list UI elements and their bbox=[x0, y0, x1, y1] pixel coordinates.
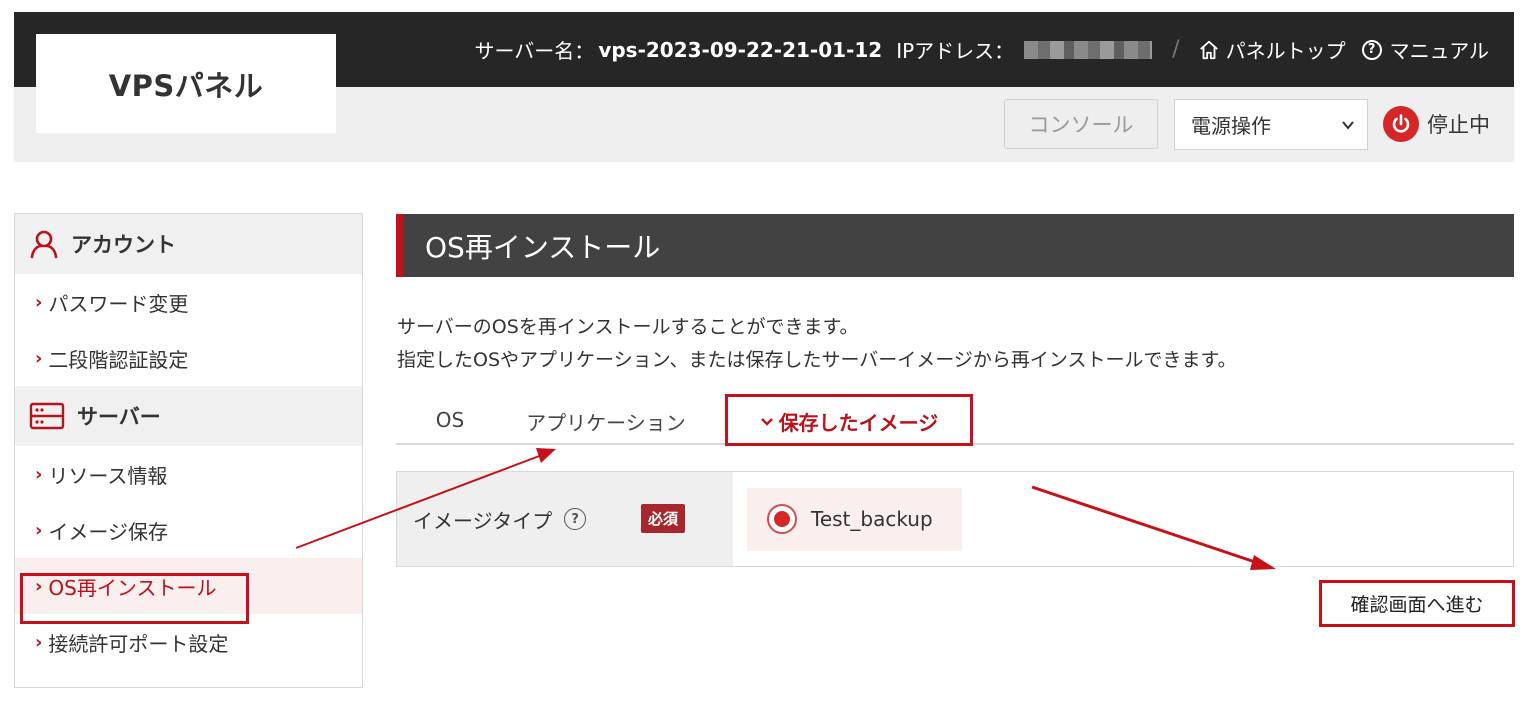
page-description: サーバーのOSを再インストールすることができます。 指定したOSやアプリケーショ… bbox=[397, 311, 1237, 377]
console-button[interactable]: コンソール bbox=[1004, 99, 1158, 149]
sidebar-item-label: 接続許可ポート設定 bbox=[48, 631, 229, 656]
chevron-right-icon: › bbox=[35, 631, 43, 653]
annotation-arrowhead-tab bbox=[536, 448, 556, 463]
server-heading-label: サーバー bbox=[77, 405, 161, 429]
sidebar-heading-server: サーバー bbox=[15, 386, 362, 446]
sidebar-item-label: イメージ保存 bbox=[48, 519, 169, 544]
tab-label: OS bbox=[435, 407, 465, 432]
user-icon bbox=[30, 230, 58, 259]
manual-link[interactable]: ? マニュアル bbox=[1361, 35, 1489, 64]
sidebar-item-label: 二段階認証設定 bbox=[48, 347, 189, 372]
server-info: サーバー名： vps-2023-09-22-21-01-12 IPアドレス： /… bbox=[475, 12, 1490, 87]
panel-top-link[interactable]: パネルトップ bbox=[1198, 35, 1346, 64]
chevron-down-icon bbox=[1342, 120, 1354, 130]
server-icon bbox=[29, 402, 65, 430]
ip-address-redacted bbox=[1024, 40, 1153, 59]
account-heading-label: アカウント bbox=[71, 233, 176, 257]
ip-label: IPアドレス： bbox=[896, 39, 1015, 63]
sidebar-item-image-save[interactable]: › イメージ保存 bbox=[15, 502, 362, 558]
power-operation-select[interactable]: 電源操作 bbox=[1174, 99, 1368, 150]
chevron-right-icon: › bbox=[35, 347, 43, 369]
sidebar-item-label: パスワード変更 bbox=[48, 291, 189, 316]
logo-text: VPSパネル bbox=[108, 68, 264, 103]
confirm-button[interactable]: 確認画面へ進む bbox=[1319, 580, 1515, 627]
image-option-label: Test_backup bbox=[811, 507, 933, 531]
image-option-test-backup[interactable]: Test_backup bbox=[747, 487, 962, 551]
logo[interactable]: VPSパネル bbox=[36, 34, 336, 133]
chevron-right-icon: › bbox=[35, 291, 43, 313]
server-status: 停止中 bbox=[1383, 106, 1490, 142]
radio-button[interactable] bbox=[767, 504, 797, 534]
power-icon bbox=[1383, 106, 1419, 142]
page-title: OS再インストール bbox=[396, 214, 1514, 277]
sidebar-item-2fa[interactable]: › 二段階認証設定 bbox=[15, 330, 362, 386]
description-line-1: サーバーのOSを再インストールすることができます。 bbox=[397, 316, 859, 338]
sidebar-item-resource[interactable]: › リソース情報 bbox=[15, 446, 362, 502]
manual-label: マニュアル bbox=[1389, 39, 1489, 63]
header-separator: / bbox=[1172, 37, 1180, 62]
image-type-label-cell: イメージタイプ ? 必須 bbox=[397, 472, 733, 566]
panel-top-label: パネルトップ bbox=[1225, 39, 1346, 63]
image-type-row: イメージタイプ ? 必須 Test_backup bbox=[396, 471, 1514, 567]
highlight-box-tab bbox=[725, 394, 973, 446]
radio-selected-dot bbox=[774, 511, 790, 527]
description-line-2: 指定したOSやアプリケーション、または保存したサーバーイメージから再インストール… bbox=[397, 349, 1237, 371]
status-text: 停止中 bbox=[1427, 113, 1490, 137]
help-circle-icon: ? bbox=[1361, 39, 1382, 60]
power-select-value: 電源操作 bbox=[1191, 114, 1271, 138]
image-type-label: イメージタイプ bbox=[413, 508, 553, 533]
required-badge: 必須 bbox=[641, 504, 686, 533]
tab-application[interactable]: アプリケーション bbox=[506, 399, 706, 443]
image-type-value-cell: Test_backup bbox=[733, 472, 1513, 566]
chevron-right-icon: › bbox=[35, 463, 43, 485]
sidebar-item-label: リソース情報 bbox=[48, 463, 168, 488]
sidebar-heading-account: アカウント bbox=[15, 214, 362, 274]
tab-label: アプリケーション bbox=[526, 410, 686, 435]
sidebar-item-password[interactable]: › パスワード変更 bbox=[15, 274, 362, 330]
highlight-box-sidebar bbox=[20, 573, 249, 624]
tab-os[interactable]: OS bbox=[398, 399, 502, 443]
server-name-label: サーバー名： bbox=[474, 39, 595, 63]
help-icon[interactable]: ? bbox=[564, 508, 587, 530]
server-name-value: vps-2023-09-22-21-01-12 bbox=[598, 37, 883, 62]
home-icon bbox=[1199, 40, 1218, 59]
chevron-right-icon: › bbox=[35, 519, 43, 541]
